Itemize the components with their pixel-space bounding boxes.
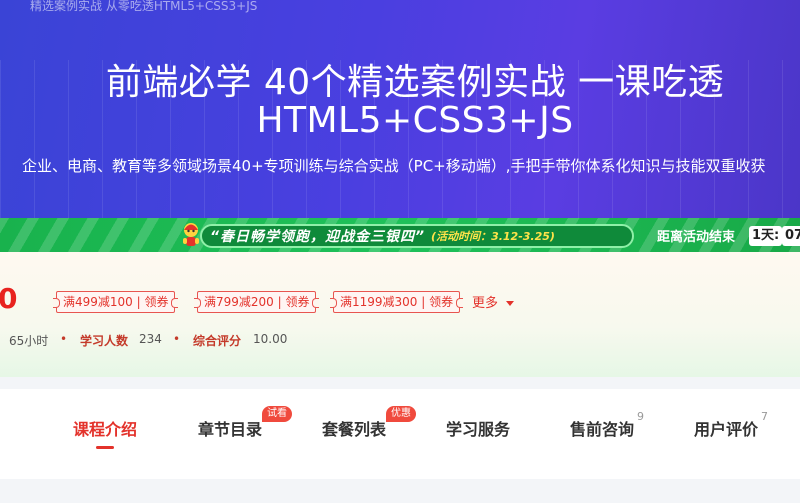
course-price: 0 [0, 282, 18, 315]
reviews-count: 7 [761, 410, 768, 423]
hero-title-line1: 前端必学 40个精选案例实战 一课吃透 [105, 62, 725, 103]
more-coupons-label: 更多 [472, 296, 499, 311]
meta-separator: • [60, 332, 68, 346]
hero-subtitle: 企业、电商、教育等多领域场景40+专项训练与综合实战（PC+移动端）,手把手带你… [22, 157, 766, 175]
countdown-label: 距离活动结束 [657, 230, 736, 245]
coupon-799[interactable]: 满799减200 | 领券 [193, 291, 320, 313]
mascot-icon [183, 223, 199, 246]
caret-down-icon [506, 301, 515, 306]
hero-title-line2: HTML5+CSS3+JS [256, 100, 574, 141]
more-coupons-button[interactable]: 更多 [472, 292, 515, 311]
tab-chapters[interactable]: 章节目录 [198, 416, 262, 440]
consult-count: 9 [637, 410, 644, 423]
coupon-499[interactable]: 满499减100 | 领券 [52, 291, 179, 313]
learners-value: 234 [139, 332, 162, 346]
discount-badge: 优惠 [386, 406, 416, 422]
price-panel [0, 252, 800, 377]
tab-learning-service[interactable]: 学习服务 [446, 416, 510, 440]
tab-course-intro[interactable]: 课程介绍 [73, 416, 137, 440]
meta-separator: • [173, 332, 181, 346]
countdown-hours: 07 [782, 226, 800, 246]
promo-period: (活动时间：3.12-3.25) [431, 230, 555, 243]
coupon-1199[interactable]: 满1199减300 | 领券 [329, 291, 464, 313]
promo-slogan: “春日畅学领跑，迎战金三银四” [210, 229, 426, 245]
course-hero: 精选案例实战 从零吃透HTML5+CSS3+JS 前端必学 40个精选案例实战 … [0, 0, 800, 218]
countdown-days: 1天: [749, 226, 783, 246]
promo-slogan-pill[interactable]: “春日畅学领跑，迎战金三银四” (活动时间：3.12-3.25) [200, 224, 634, 248]
tab-packages[interactable]: 套餐列表 [322, 416, 386, 440]
tab-user-reviews[interactable]: 用户评价 [694, 416, 758, 440]
rating-label: 综合评分 [193, 334, 242, 348]
trial-badge: 试看 [262, 406, 292, 422]
learners-label: 学习人数 [80, 334, 129, 348]
active-tab-indicator [96, 446, 114, 449]
tab-presales-consult[interactable]: 售前咨询 [570, 416, 634, 440]
course-duration: 65小时 [9, 334, 49, 348]
rating-value: 10.00 [253, 332, 288, 346]
hero-caption: 精选案例实战 从零吃透HTML5+CSS3+JS [30, 0, 258, 13]
